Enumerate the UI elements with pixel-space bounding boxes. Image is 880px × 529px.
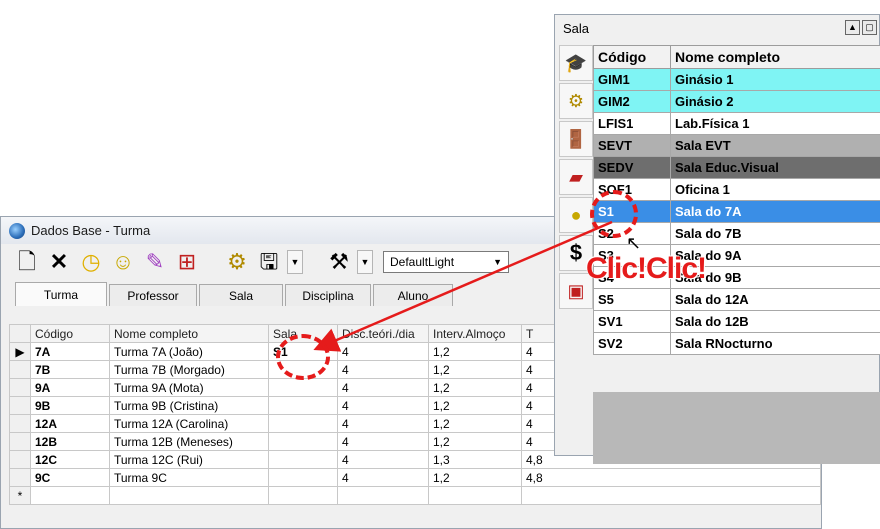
mouse-cursor-icon: ↖ [626, 233, 642, 253]
clic-annotation: Clic!Clic! [586, 252, 707, 285]
target-highlight-circle [276, 334, 330, 380]
drag-arrow [313, 220, 613, 352]
source-highlight-circle [590, 190, 638, 238]
